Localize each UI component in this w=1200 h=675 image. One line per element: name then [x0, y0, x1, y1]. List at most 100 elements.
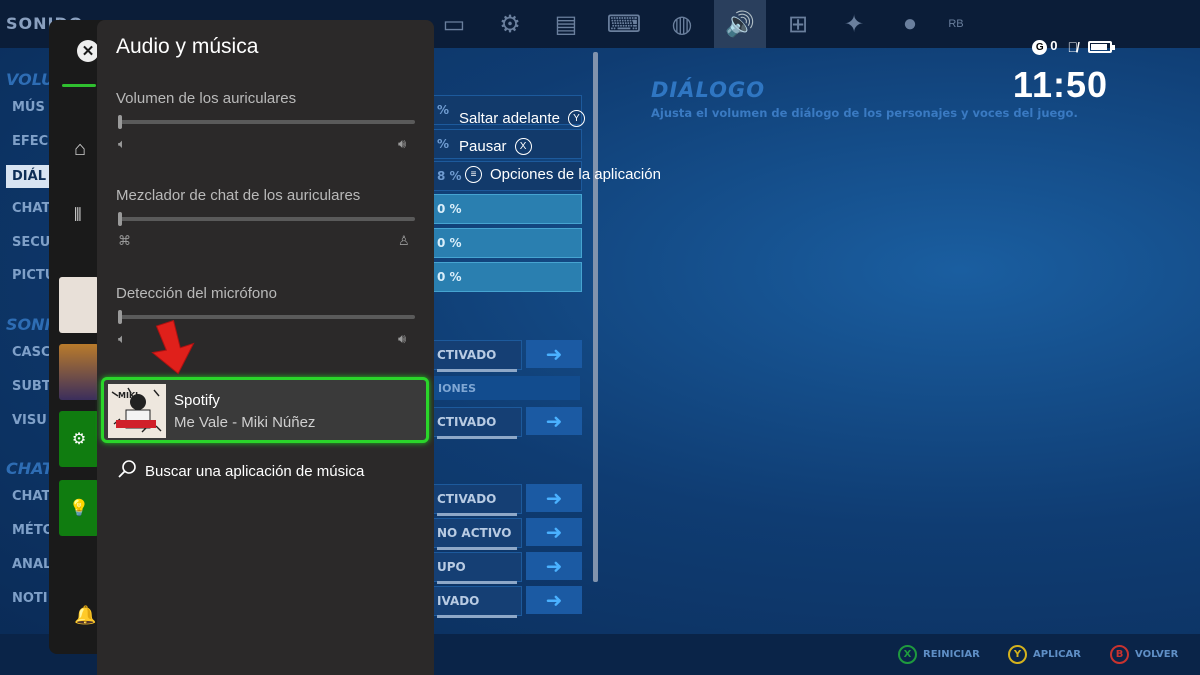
sidebar-item[interactable]: NOTI: [12, 591, 48, 606]
slider-thumb[interactable]: [118, 310, 122, 324]
y-button-icon: Y: [567, 110, 585, 127]
menu-button-icon: ≡: [465, 166, 482, 183]
gear-icon[interactable]: ⚙: [484, 0, 536, 48]
setting-value-text: IVADO: [437, 594, 480, 608]
setting-underline: [437, 513, 517, 516]
bell-icon[interactable]: 🔔: [74, 605, 96, 626]
speaker-low-icon: 🔈︎: [118, 331, 126, 346]
x-button-icon: X: [514, 138, 532, 155]
slider-thumb[interactable]: [118, 115, 122, 129]
skip-forward-hint[interactable]: Saltar adelante Y: [459, 110, 585, 127]
settings-tile-icon[interactable]: ⚙: [59, 411, 99, 467]
slider-label: Detección del micrófono: [116, 285, 277, 302]
scrollbar[interactable]: [593, 52, 598, 582]
b-button-icon: B: [1110, 645, 1129, 664]
sidebar-item[interactable]: SUBT: [12, 379, 51, 394]
settings-section-header: IONES: [432, 376, 580, 400]
sidebar-item[interactable]: MÉTO: [12, 523, 54, 538]
skip-forward-label: Saltar adelante: [459, 110, 560, 127]
sidebar-item[interactable]: SECU: [12, 235, 50, 250]
speaker-low-icon: 🔈︎: [118, 136, 126, 151]
mic-muted-icon: 🎙̸: [1067, 38, 1079, 55]
footer-hint-aplicar[interactable]: Y APLICAR: [1008, 645, 1081, 664]
setting-value-text: CTIVADO: [437, 348, 497, 362]
slider-thumb[interactable]: [118, 212, 122, 226]
status-bar: G0 🎙̸: [1032, 38, 1115, 55]
pause-hint[interactable]: Pausar X: [459, 138, 532, 155]
battery-icon: [1088, 40, 1115, 53]
setting-underline: [437, 581, 517, 584]
chevron-right-icon[interactable]: ➜: [526, 484, 582, 512]
setting-value-text: UPO: [437, 560, 466, 574]
speaker-high-icon: 🔊︎: [398, 331, 407, 346]
setting-value-text: 0 %: [437, 236, 462, 250]
chevron-right-icon[interactable]: ➜: [526, 407, 582, 435]
slider-track[interactable]: [118, 315, 415, 319]
account-icon[interactable]: ●: [884, 0, 936, 48]
display-settings-icon[interactable]: ▤: [540, 0, 592, 48]
gamerscore: G0: [1032, 38, 1058, 55]
setting-value[interactable]: CTIVADO: [432, 340, 522, 372]
y-button-icon: Y: [1008, 645, 1027, 664]
controller-settings-icon[interactable]: ◍: [656, 0, 708, 48]
now-playing-app: Spotify: [174, 392, 220, 409]
album-art: MIKI: [108, 384, 166, 438]
sidebar-item[interactable]: EFEC: [12, 134, 48, 149]
setting-value-text: CTIVADO: [437, 415, 497, 429]
keyboard-icon[interactable]: ⌨: [598, 0, 650, 48]
setting-value[interactable]: CTIVADO: [432, 484, 522, 516]
setting-underline: [437, 436, 517, 439]
slider-track[interactable]: [118, 217, 415, 221]
setting-underline: [437, 547, 517, 550]
red-arrow-annotation-icon: [150, 319, 196, 381]
network-icon[interactable]: ⊞: [772, 0, 824, 48]
now-playing-track: Me Vale - Miki Núñez: [174, 414, 316, 431]
slider-track[interactable]: [118, 120, 415, 124]
chevron-right-icon[interactable]: ➜: [526, 552, 582, 580]
setting-value[interactable]: 0 %: [432, 194, 582, 224]
footer-hint-label: REINICIAR: [923, 649, 980, 660]
recent-album-tile[interactable]: [59, 277, 99, 333]
speaker-high-icon: 🔊︎: [398, 136, 407, 151]
tab-indicator: [62, 84, 96, 87]
sidebar-item[interactable]: ANAL: [12, 557, 51, 572]
footer-hint-label: APLICAR: [1033, 649, 1081, 660]
library-icon[interactable]: ⫴: [74, 205, 82, 226]
setting-value[interactable]: UPO: [432, 552, 522, 584]
setting-value[interactable]: CTIVADO: [432, 407, 522, 439]
sidebar-item[interactable]: CHAT: [12, 201, 50, 216]
monitor-icon[interactable]: ▭: [428, 0, 480, 48]
sidebar-item[interactable]: CASC: [12, 345, 51, 360]
audio-music-panel: [97, 20, 434, 675]
footer-hint-volver[interactable]: B VOLVER: [1110, 645, 1178, 664]
setting-value[interactable]: IVADO: [432, 586, 522, 618]
chevron-right-icon[interactable]: ➜: [526, 340, 582, 368]
footer-hint-reiniciar[interactable]: X REINICIAR: [898, 645, 980, 664]
setting-value[interactable]: 0 %: [432, 228, 582, 258]
sidebar-item[interactable]: MÚS: [12, 100, 45, 115]
chevron-right-icon[interactable]: ➜: [526, 518, 582, 546]
slider-label: Mezclador de chat de los auriculares: [116, 187, 361, 204]
svg-text:MIKI: MIKI: [118, 391, 138, 400]
gamepad-icon[interactable]: ✦: [828, 0, 880, 48]
home-icon[interactable]: ⌂: [74, 138, 86, 161]
now-playing-card[interactable]: MIKI Spotify Me Vale - Miki Núñez: [101, 377, 429, 443]
app-options-hint[interactable]: ≡ Opciones de la aplicación: [465, 166, 661, 183]
rb-bumper-icon: RB: [948, 18, 964, 30]
chevron-right-icon[interactable]: ➜: [526, 586, 582, 614]
recent-game-tile[interactable]: [59, 344, 99, 400]
search-music-app-label: Buscar una aplicación de música: [145, 462, 365, 480]
xbox-logo-icon[interactable]: ✕: [77, 40, 99, 62]
search-icon: [117, 459, 137, 483]
sidebar-item[interactable]: CHAT: [12, 489, 50, 504]
tips-tile-icon[interactable]: 💡: [59, 480, 99, 536]
sidebar-item[interactable]: VISU: [12, 413, 47, 428]
gamerscore-value: 0: [1050, 38, 1058, 53]
search-music-app-link[interactable]: Buscar una aplicación de música: [117, 459, 364, 483]
audio-tab-icon[interactable]: 🔊: [714, 0, 766, 48]
footer-hint-label: VOLVER: [1135, 649, 1179, 660]
setting-value[interactable]: 0 %: [432, 262, 582, 292]
setting-value[interactable]: NO ACTIVO: [432, 518, 522, 550]
setting-underline: [437, 615, 517, 618]
setting-value-text: CTIVADO: [437, 492, 497, 506]
